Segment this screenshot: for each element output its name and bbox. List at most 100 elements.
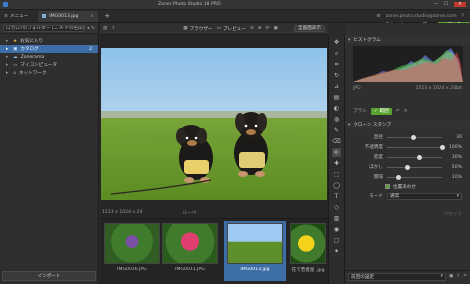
tab-image[interactable]: IMG0013.jpg ×: [38, 10, 99, 22]
slider-handle[interactable]: [416, 154, 422, 160]
thumbnail-caption: IMG0011.JPG: [175, 267, 205, 272]
histogram-header[interactable]: ▾ ヒストグラム: [345, 36, 470, 44]
slider-value: 30: [456, 134, 462, 140]
brush-label: ブラシ: [353, 109, 367, 114]
tree-my-computer[interactable]: ▸ ▭ マイコンピュータ: [0, 61, 98, 69]
tree-label: Zonerama: [20, 54, 45, 60]
lasso-tool-icon[interactable]: ◯: [332, 181, 341, 190]
thumbnail-caption: 花で若者屋 .jpg: [291, 268, 325, 273]
crop-tool-icon[interactable]: ⌗: [332, 60, 341, 69]
export-icon[interactable]: ⇪: [456, 274, 460, 279]
fit-icon[interactable]: ▣: [273, 26, 277, 31]
frame-tool-icon[interactable]: ▢: [332, 236, 341, 245]
slider-track[interactable]: [387, 164, 442, 170]
tree-favorites[interactable]: ▸ ★ お気に入り: [0, 37, 98, 45]
filter-tool-icon[interactable]: ◍: [332, 115, 341, 124]
undo-history-icon[interactable]: ↶: [463, 274, 467, 279]
shape-tool-icon[interactable]: ◇: [332, 203, 341, 212]
move-tool-icon[interactable]: ✥: [332, 38, 341, 47]
slider-label: 密度: [373, 155, 383, 160]
clone-stamp-header[interactable]: ▾ クローン スタンプ: [345, 121, 470, 129]
tab-close-icon[interactable]: ×: [90, 14, 94, 19]
filmstrip-item[interactable]: IMG0011.JPG: [162, 223, 218, 277]
menu-button[interactable]: ≡ メニュー: [0, 10, 32, 22]
mode-select[interactable]: 通常 ▾: [387, 192, 462, 200]
maximize-button[interactable]: ☐: [444, 2, 448, 7]
computer-icon: ▭: [13, 62, 18, 68]
color-tool-icon[interactable]: ◐: [332, 104, 341, 113]
menu-label: メニュー: [9, 14, 29, 19]
preset-dropdown[interactable]: 前回の設定 ▾: [348, 272, 446, 281]
refresh-icon[interactable]: ↻: [91, 26, 95, 31]
title-bar: Zoner Photo Studio 18 PRO — ☐ ✕: [0, 0, 470, 10]
view-preview-button[interactable]: ▭ プレビュー: [217, 26, 246, 32]
zoom-out-icon[interactable]: ⊖: [250, 26, 254, 31]
slider-track[interactable]: [387, 174, 442, 180]
folder-icon[interactable]: ▤: [103, 26, 107, 31]
text-tool-icon[interactable]: T: [332, 192, 341, 201]
zoom-in-icon[interactable]: ⊕: [258, 26, 262, 31]
account-label[interactable]: zoner.photo.studio@zoner.com: [386, 14, 457, 19]
save-icon[interactable]: ▣: [449, 274, 453, 279]
brush-button[interactable]: ✓ 範囲: [370, 107, 392, 115]
brush-row: ブラシ ✓ 範囲 ↶ ✕: [345, 104, 470, 118]
heal-tool-icon[interactable]: ✚: [332, 159, 341, 168]
slider-handle[interactable]: [404, 164, 410, 170]
straighten-tool-icon[interactable]: ⊿: [332, 82, 341, 91]
histogram-title: ヒストグラム: [353, 38, 381, 43]
path-field[interactable]: ロカロ7のフォルダー (二-X-ドの名前): [3, 24, 85, 32]
new-tab-button[interactable]: +: [104, 12, 110, 20]
slider-row: 不透明度 100%: [345, 142, 470, 152]
main-photo[interactable]: [101, 48, 327, 200]
close-button[interactable]: ✕: [454, 2, 466, 7]
cancel-icon[interactable]: ✕: [404, 109, 408, 114]
rotate-tool-icon[interactable]: ↻: [332, 71, 341, 80]
slider-handle[interactable]: [396, 174, 401, 180]
upload-icon[interactable]: ⇪: [111, 26, 115, 31]
file-info: JPG 1513 x 1024 x 24bit: [345, 84, 470, 92]
filmstrip-item[interactable]: 花で若者屋 .jpg: [290, 223, 326, 277]
view-browser-button[interactable]: ▦ ブラウザー: [183, 26, 212, 32]
slider-value: 10%: [451, 174, 462, 180]
path-bar: ロカロ7のフォルダー (二-X-ドの名前) ◂ ↻: [0, 23, 98, 34]
brush-tool-icon[interactable]: ✎: [332, 126, 341, 135]
photo-dogs-on-grass: [101, 48, 327, 200]
tree-network[interactable]: ▸ ⌂ ネットワーク: [0, 69, 98, 77]
chevron-down-icon: ▾: [440, 274, 443, 279]
tree-zonerama[interactable]: ▸ ☁ Zonerama: [0, 53, 98, 61]
zoom-dropdown[interactable]: 全画面表示: [294, 25, 325, 32]
redeye-tool-icon[interactable]: ◉: [332, 225, 341, 234]
tree-catalog[interactable]: ▸ ▣ カタログ 2: [0, 45, 98, 53]
undo-icon[interactable]: ↶: [396, 109, 400, 114]
align-checkbox[interactable]: [385, 184, 390, 189]
slider-track[interactable]: [387, 154, 442, 160]
settings-icon[interactable]: ⚙: [377, 14, 381, 19]
slider-track[interactable]: [387, 134, 442, 140]
slider-track[interactable]: [387, 144, 445, 150]
thumbnail-caption: IMG0016.JPG: [117, 267, 147, 272]
clone-stamp-tool-icon[interactable]: ⎆: [332, 148, 341, 157]
clone-stamp-title: クローン スタンプ: [353, 123, 392, 128]
eraser-tool-icon[interactable]: ⌫: [332, 137, 341, 146]
slider-handle[interactable]: [440, 144, 445, 150]
slider-row: 直径 30: [345, 132, 470, 142]
tree-label: お気に入り: [20, 39, 44, 44]
selection-tool-icon[interactable]: ⬚: [332, 170, 341, 179]
back-icon[interactable]: ◂: [87, 26, 89, 31]
slider-handle[interactable]: [411, 134, 417, 140]
gradient-tool-icon[interactable]: ▥: [332, 214, 341, 223]
import-button[interactable]: インポート: [2, 271, 96, 281]
cloud-icon: ☁: [13, 54, 18, 60]
effects-tool-icon[interactable]: ✦: [332, 247, 341, 256]
bottom-bar: 前回の設定 ▾ ▣ ⇪ ↶: [345, 270, 470, 282]
image-icon: ▭: [216, 26, 221, 31]
reset-button[interactable]: リセット: [444, 211, 462, 217]
zoom-tool-icon[interactable]: ⌕: [332, 49, 341, 58]
help-icon[interactable]: ?: [462, 14, 464, 19]
rotate-icon[interactable]: ⟳: [266, 26, 270, 31]
filmstrip-item[interactable]: IMG0016.JPG: [104, 223, 160, 277]
minimize-button[interactable]: —: [433, 2, 438, 7]
slider-label: 直径: [373, 135, 383, 140]
levels-tool-icon[interactable]: ▤: [332, 93, 341, 102]
filmstrip-item-selected[interactable]: IMG0013.jpg: [224, 221, 286, 281]
